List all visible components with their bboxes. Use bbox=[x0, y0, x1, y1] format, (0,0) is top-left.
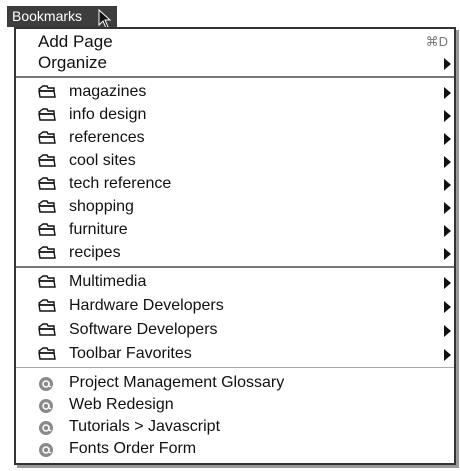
bookmark-folder-label: info design bbox=[69, 106, 147, 123]
bookmark-link-item[interactable]: Tutorials > Javascript bbox=[16, 416, 454, 438]
bookmark-folder-label: Software Developers bbox=[69, 321, 218, 338]
folder-icon bbox=[37, 108, 56, 122]
folder-icon bbox=[37, 347, 56, 361]
bookmark-folder-label: magazines bbox=[69, 83, 147, 100]
submenu-arrow-icon bbox=[444, 202, 451, 214]
bookmark-folder-item[interactable]: magazines bbox=[16, 81, 454, 103]
folder-icon bbox=[37, 177, 56, 191]
bookmark-folder-item[interactable]: Software Developers bbox=[16, 319, 454, 341]
folder-icon bbox=[37, 246, 56, 260]
folder-icon bbox=[37, 223, 56, 237]
folder-icon bbox=[37, 131, 56, 145]
bookmark-link-label: Fonts Order Form bbox=[69, 440, 197, 457]
bookmark-folder-item[interactable]: shopping bbox=[16, 196, 454, 218]
submenu-arrow-icon bbox=[444, 110, 451, 122]
submenu-arrow-icon bbox=[444, 58, 451, 70]
submenu-arrow-icon bbox=[444, 225, 451, 237]
bookmark-folder-label: Hardware Developers bbox=[69, 297, 224, 314]
bookmark-folder-item[interactable]: furniture bbox=[16, 219, 454, 241]
submenu-arrow-icon bbox=[444, 133, 451, 145]
at-sign-icon bbox=[38, 420, 56, 435]
menu-item-label: Add Page bbox=[38, 32, 113, 51]
at-sign-icon bbox=[38, 376, 56, 391]
bookmark-folder-item[interactable]: Toolbar Favorites bbox=[16, 343, 454, 365]
keyboard-shortcut: ⌘D bbox=[425, 34, 448, 49]
bookmark-folder-label: references bbox=[69, 129, 145, 146]
menu-item-organize[interactable]: Organize bbox=[16, 52, 454, 74]
submenu-arrow-icon bbox=[444, 349, 451, 361]
bookmark-folder-item[interactable]: info design bbox=[16, 104, 454, 126]
bookmark-link-label: Web Redesign bbox=[69, 396, 174, 413]
folder-icon bbox=[37, 299, 56, 313]
bookmark-folder-item[interactable]: Multimedia bbox=[16, 271, 454, 293]
menu-separator bbox=[16, 76, 454, 78]
menu-separator bbox=[16, 266, 454, 268]
bookmark-folder-label: Multimedia bbox=[69, 273, 147, 290]
bookmark-folder-item[interactable]: cool sites bbox=[16, 150, 454, 172]
folder-icon bbox=[37, 323, 56, 337]
bookmark-link-label: Project Management Glossary bbox=[69, 374, 285, 391]
bookmark-folder-label: Toolbar Favorites bbox=[69, 345, 192, 362]
bookmark-link-item[interactable]: Project Management Glossary bbox=[16, 372, 454, 394]
bookmark-folder-label: furniture bbox=[69, 221, 128, 238]
bookmark-folder-item[interactable]: recipes bbox=[16, 242, 454, 264]
folder-icon bbox=[37, 154, 56, 168]
submenu-arrow-icon bbox=[444, 87, 451, 99]
submenu-arrow-icon bbox=[444, 179, 451, 191]
menu-item-add-page[interactable]: Add Page ⌘D bbox=[16, 31, 454, 53]
bookmark-link-item[interactable]: Fonts Order Form bbox=[16, 438, 454, 460]
folder-icon bbox=[37, 275, 56, 289]
submenu-arrow-icon bbox=[444, 277, 451, 289]
submenu-arrow-icon bbox=[444, 156, 451, 168]
submenu-arrow-icon bbox=[444, 325, 451, 337]
bookmark-folder-label: shopping bbox=[69, 198, 134, 215]
bookmark-folder-label: cool sites bbox=[69, 152, 136, 169]
folder-icon bbox=[37, 200, 56, 214]
submenu-arrow-icon bbox=[444, 248, 451, 260]
folder-icon bbox=[37, 85, 56, 99]
at-sign-icon bbox=[38, 442, 56, 457]
menu-item-label: Organize bbox=[38, 53, 107, 72]
bookmark-folder-item[interactable]: tech reference bbox=[16, 173, 454, 195]
at-sign-icon bbox=[38, 398, 56, 413]
bookmark-link-label: Tutorials > Javascript bbox=[69, 418, 221, 435]
menu-separator bbox=[16, 367, 454, 368]
bookmark-folder-label: recipes bbox=[69, 244, 121, 261]
bookmark-folder-label: tech reference bbox=[69, 175, 172, 192]
bookmarks-dropdown-menu: Add Page ⌘D Organize magazines info desi… bbox=[14, 27, 456, 465]
submenu-arrow-icon bbox=[444, 301, 451, 313]
bookmark-link-item[interactable]: Web Redesign bbox=[16, 394, 454, 416]
bookmark-folder-item[interactable]: Hardware Developers bbox=[16, 295, 454, 317]
bookmark-folder-item[interactable]: references bbox=[16, 127, 454, 149]
